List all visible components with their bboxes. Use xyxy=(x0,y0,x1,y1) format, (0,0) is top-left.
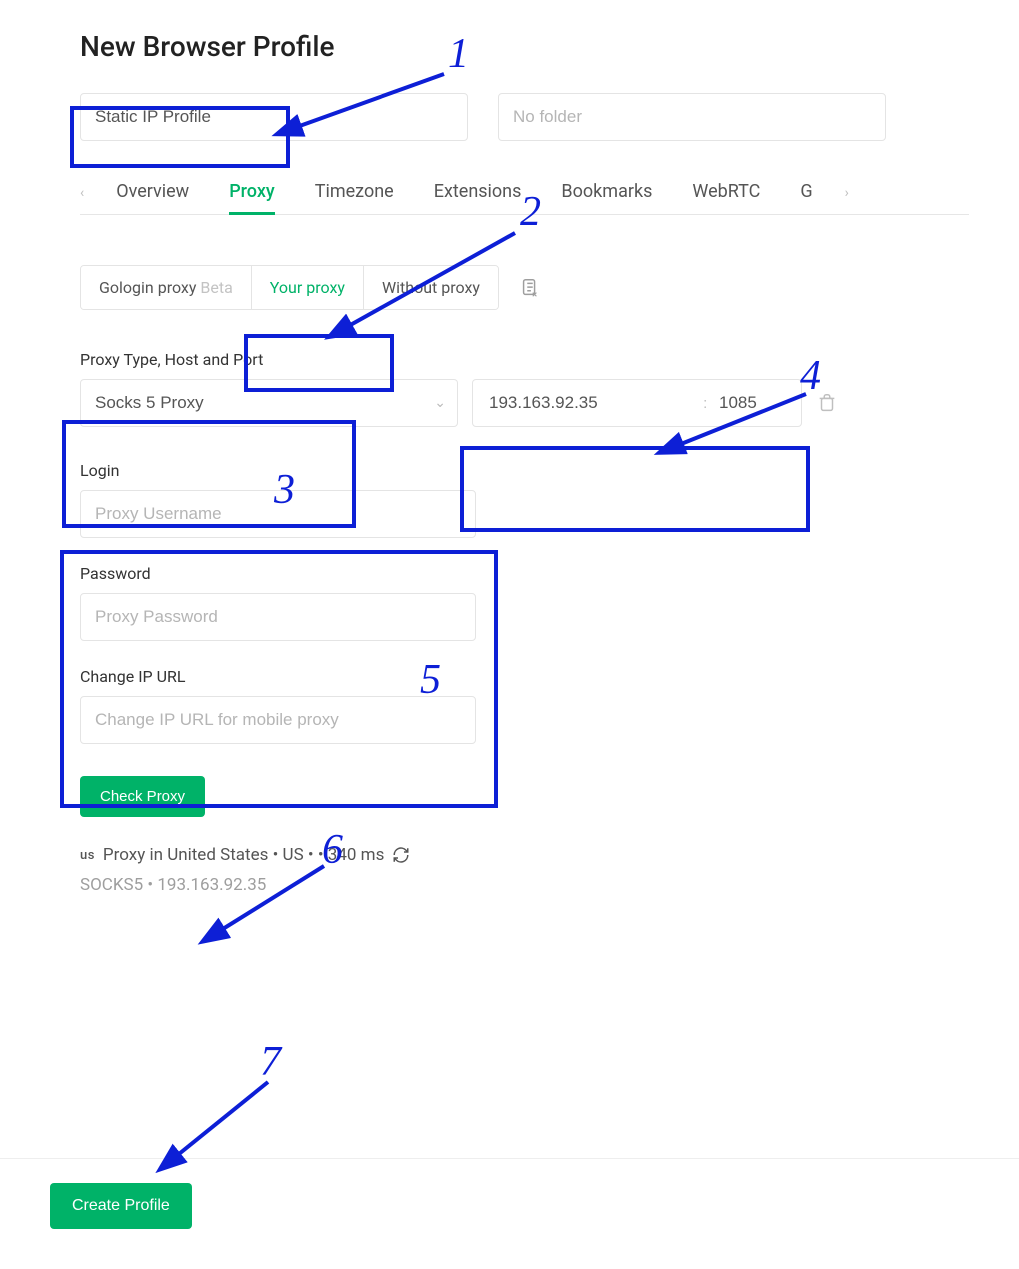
tab-proxy[interactable]: Proxy xyxy=(229,181,275,214)
login-label: Login xyxy=(80,461,969,480)
proxy-host-input[interactable] xyxy=(487,392,693,414)
bottom-bar: Create Profile xyxy=(0,1158,1019,1229)
page-title: New Browser Profile xyxy=(80,30,969,63)
paste-proxy-icon[interactable] xyxy=(519,277,541,299)
change-ip-label: Change IP URL xyxy=(80,667,969,686)
delete-proxy-icon[interactable] xyxy=(816,392,838,414)
proxy-mode-gologin-beta: Beta xyxy=(200,278,232,297)
tab-overview[interactable]: Overview xyxy=(116,181,189,214)
annotation-arrow-6 xyxy=(206,860,346,950)
proxy-mode-without[interactable]: Without proxy xyxy=(363,266,498,309)
proxy-status-line2: SOCKS5 • 193.163.92.35 xyxy=(80,875,969,895)
tab-extensions[interactable]: Extensions xyxy=(434,181,522,214)
proxy-mode-gologin-label: Gologin proxy xyxy=(99,278,196,297)
refresh-icon[interactable] xyxy=(392,846,410,864)
proxy-status-line1: us Proxy in United States • US • • 340 m… xyxy=(80,845,969,865)
tab-webrtc[interactable]: WebRTC xyxy=(692,181,760,214)
proxy-type-label: Proxy Type, Host and Port xyxy=(80,350,969,369)
tab-more[interactable]: G xyxy=(800,181,812,214)
create-profile-button[interactable]: Create Profile xyxy=(50,1183,192,1229)
proxy-port-input[interactable] xyxy=(717,392,787,414)
proxy-type-select[interactable]: ⌄ xyxy=(80,379,458,427)
profile-name-input[interactable] xyxy=(80,93,468,141)
check-proxy-button[interactable]: Check Proxy xyxy=(80,776,205,817)
login-input[interactable] xyxy=(80,490,476,538)
proxy-mode-gologin[interactable]: Gologin proxy Beta xyxy=(81,266,251,309)
tab-bookmarks[interactable]: Bookmarks xyxy=(561,181,652,214)
country-flag: us xyxy=(80,848,95,863)
proxy-status-text: Proxy in United States • US • • 340 ms xyxy=(103,845,384,865)
password-input[interactable] xyxy=(80,593,476,641)
proxy-type-value[interactable] xyxy=(80,379,458,427)
tabs-scroll-right[interactable]: › xyxy=(833,185,849,211)
folder-input[interactable] xyxy=(498,93,886,141)
proxy-mode-segment: Gologin proxy Beta Your proxy Without pr… xyxy=(80,265,499,310)
tabs-scroll-left[interactable]: ‹ xyxy=(80,185,96,211)
tab-strip: ‹ Overview Proxy Timezone Extensions Boo… xyxy=(80,181,969,215)
host-port-separator: : xyxy=(693,394,717,412)
change-ip-input[interactable] xyxy=(80,696,476,744)
tab-timezone[interactable]: Timezone xyxy=(315,181,394,214)
password-label: Password xyxy=(80,564,969,583)
proxy-mode-your[interactable]: Your proxy xyxy=(251,266,363,309)
annotation-number-7: 7 xyxy=(260,1038,281,1086)
proxy-host-port: : xyxy=(472,379,802,427)
